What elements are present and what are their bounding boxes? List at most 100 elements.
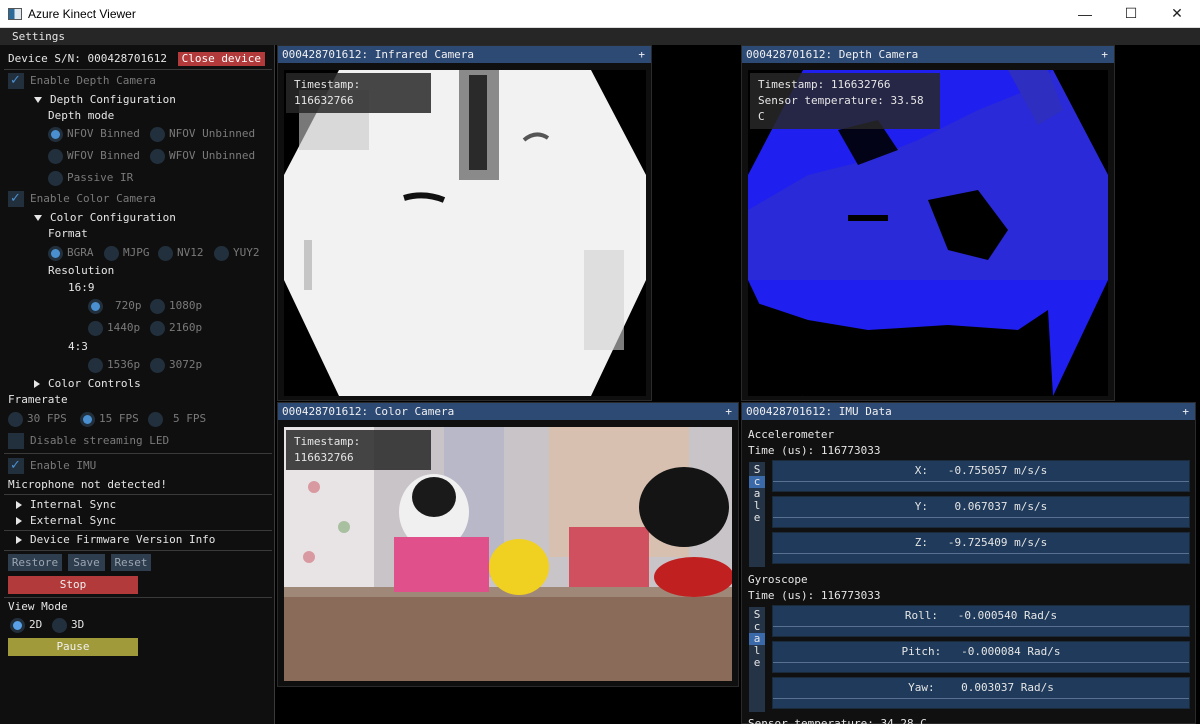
accel-x-plot-line <box>773 481 1189 482</box>
resolution-3072p[interactable]: 3072p <box>150 356 202 374</box>
framerate-15fps[interactable]: 15 FPS <box>80 410 139 428</box>
color-config-label: Color Configuration <box>50 211 176 224</box>
enable-depth-checkbox[interactable]: Enable Depth Camera <box>8 72 156 90</box>
firmware-info-toggle[interactable]: Device Firmware Version Info <box>16 531 215 549</box>
pause-button[interactable]: Pause <box>8 638 138 656</box>
depth-window-title: 000428701612: Depth Camera <box>746 48 919 61</box>
infrared-timestamp: Timestamp: 116632766 <box>286 73 431 113</box>
gyro-roll-graph: Roll: -0.000540 Rad/s <box>772 605 1190 637</box>
radio-icon <box>8 411 23 427</box>
infrared-window-header[interactable]: 000428701612: Infrared Camera + <box>278 46 651 63</box>
maximize-button[interactable]: ☐ <box>1108 0 1154 28</box>
expanded-arrow-icon <box>34 215 42 221</box>
radio-label: 5 FPS <box>173 412 207 425</box>
radio-label: 3072p <box>169 358 203 371</box>
restore-button[interactable]: Restore <box>8 554 62 571</box>
enable-color-checkbox[interactable]: Enable Color Camera <box>8 190 156 208</box>
resolution-720p[interactable]: 720p <box>88 297 142 315</box>
radio-label: WFOV Binned <box>67 149 140 162</box>
view-mode-3d[interactable]: 3D <box>52 616 84 634</box>
resolution-2160p[interactable]: 2160p <box>150 319 202 337</box>
view-mode-label: View Mode <box>8 600 68 613</box>
radio-label: 3D <box>71 618 85 631</box>
radio-label: NV12 <box>177 246 204 259</box>
checkbox-icon <box>8 457 24 475</box>
expand-icon[interactable]: + <box>725 403 732 420</box>
imu-window-title: 000428701612: IMU Data <box>746 405 892 418</box>
radio-label: MJPG <box>123 246 150 259</box>
radio-label: 2D <box>29 618 43 631</box>
depth-mode-wfov-unbinned[interactable]: WFOV Unbinned <box>150 147 255 165</box>
stop-button[interactable]: Stop <box>8 576 138 594</box>
firmware-info-label: Device Firmware Version Info <box>30 533 216 546</box>
resolution-1440p[interactable]: 1440p <box>88 319 140 337</box>
resolution-1536p[interactable]: 1536p <box>88 356 140 374</box>
disable-led-label: Disable streaming LED <box>30 434 170 447</box>
depth-mode-label: Depth mode <box>48 109 115 122</box>
scale-letter: e <box>753 656 761 669</box>
app-icon <box>8 7 22 20</box>
radio-icon <box>10 617 25 633</box>
gyroscope-scale-slider[interactable]: S c a l e <box>749 607 765 712</box>
resolution-1080p[interactable]: 1080p <box>150 297 202 315</box>
depth-mode-nfov-unbinned[interactable]: NFOV Unbinned <box>150 125 255 143</box>
expand-icon[interactable]: + <box>638 46 645 63</box>
checkbox-icon <box>8 190 24 208</box>
format-bgra[interactable]: BGRA <box>48 244 94 262</box>
gyroscope-time: Time (us): 116773033 <box>748 589 881 602</box>
radio-label: 2160p <box>169 321 203 334</box>
imu-window-header[interactable]: 000428701612: IMU Data + <box>742 403 1195 420</box>
close-device-button[interactable]: Close device <box>177 52 266 66</box>
expand-icon[interactable]: + <box>1101 46 1108 63</box>
view-mode-2d[interactable]: 2D <box>10 616 42 634</box>
depth-camera-window: 000428701612: Depth Camera + Timestamp: … <box>741 45 1115 401</box>
depth-sensor-temperature: Sensor temperature: 33.58 C <box>758 94 924 123</box>
expand-icon[interactable]: + <box>1182 403 1189 420</box>
external-sync-toggle[interactable]: External Sync <box>16 512 116 530</box>
accelerometer-time: Time (us): 116773033 <box>748 444 881 457</box>
accelerometer-scale-slider[interactable]: S c a l e <box>749 462 765 567</box>
radio-icon <box>104 245 119 261</box>
menu-settings[interactable]: Settings <box>0 30 77 43</box>
depth-mode-nfov-binned[interactable]: NFOV Binned <box>48 125 140 143</box>
disable-led-checkbox[interactable]: Disable streaming LED <box>8 432 169 450</box>
accel-z-value: Z: -9.725409 m/s/s <box>914 536 1048 549</box>
enable-imu-label: Enable IMU <box>30 459 97 472</box>
radio-icon <box>48 148 63 164</box>
color-timestamp: Timestamp: 116632766 <box>286 430 431 470</box>
close-window-button[interactable]: ✕ <box>1154 0 1200 28</box>
radio-icon <box>88 298 103 314</box>
depth-mode-wfov-binned[interactable]: WFOV Binned <box>48 147 140 165</box>
accel-x-value: X: -0.755057 m/s/s <box>914 464 1048 477</box>
reset-button[interactable]: Reset <box>111 554 151 571</box>
radio-icon <box>88 357 103 373</box>
divider <box>4 494 272 495</box>
enable-color-label: Enable Color Camera <box>30 192 156 205</box>
format-mjpg[interactable]: MJPG <box>104 244 150 262</box>
radio-label: Passive IR <box>67 171 134 184</box>
divider <box>4 453 272 454</box>
internal-sync-label: Internal Sync <box>30 498 117 511</box>
radio-label: NFOV Unbinned <box>169 127 256 140</box>
depth-mode-passive-ir[interactable]: Passive IR <box>48 169 133 187</box>
radio-label: 30 FPS <box>27 412 67 425</box>
accel-y-graph: Y: 0.067037 m/s/s <box>772 496 1190 528</box>
depth-info-box: Timestamp: 116632766 Sensor temperature:… <box>750 73 940 129</box>
gyro-yaw-value: Yaw: 0.003037 Rad/s <box>908 681 1054 694</box>
depth-window-header[interactable]: 000428701612: Depth Camera + <box>742 46 1114 63</box>
minimize-button[interactable]: — <box>1062 0 1108 28</box>
gyro-pitch-plot-line <box>773 662 1189 663</box>
framerate-30fps[interactable]: 30 FPS <box>8 410 67 428</box>
expanded-arrow-icon <box>34 97 42 103</box>
radio-icon <box>148 411 163 427</box>
format-yuy2[interactable]: YUY2 <box>214 244 260 262</box>
format-nv12[interactable]: NV12 <box>158 244 204 262</box>
enable-imu-checkbox[interactable]: Enable IMU <box>8 457 96 475</box>
checkbox-icon <box>8 72 24 90</box>
framerate-5fps[interactable]: 5 FPS <box>148 410 206 428</box>
radio-label: 1080p <box>169 299 203 312</box>
color-window-header[interactable]: 000428701612: Color Camera + <box>278 403 738 420</box>
save-button[interactable]: Save <box>68 554 105 571</box>
microphone-status: Microphone not detected! <box>8 478 167 491</box>
radio-icon <box>158 245 173 261</box>
